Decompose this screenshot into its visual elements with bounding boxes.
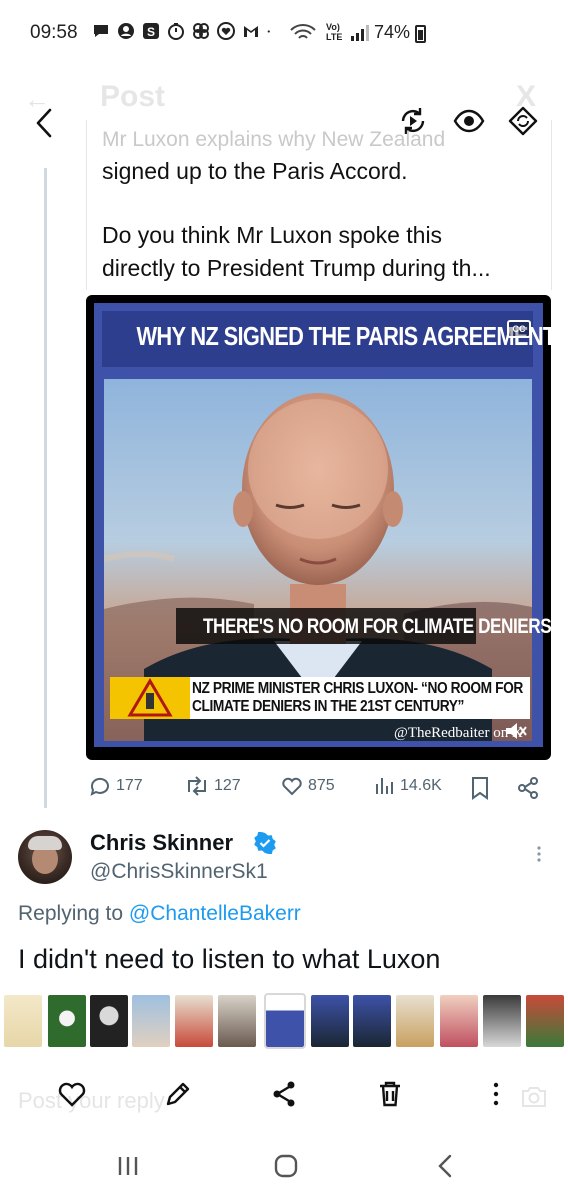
- gmail-icon: [244, 26, 258, 37]
- repost-icon: [188, 776, 206, 796]
- gallery-thumbnail[interactable]: [483, 995, 521, 1047]
- gallery-thumbnail[interactable]: [175, 995, 213, 1047]
- gallery-thumbnail[interactable]: [526, 995, 564, 1047]
- closed-captions-button[interactable]: CC: [507, 320, 531, 338]
- replying-to-line: Replying to @ChantelleBakerr: [18, 902, 301, 926]
- recent-apps-icon[interactable]: [114, 1152, 142, 1180]
- battery-icon: [415, 25, 426, 43]
- gallery-thumbnail[interactable]: [264, 993, 306, 1049]
- heart-reaction-icon[interactable]: [56, 1078, 88, 1110]
- video-player[interactable]: WHY NZ SIGNED THE PARIS AGREEMENT CC THE…: [86, 295, 551, 760]
- verified-badge-icon: [254, 832, 276, 854]
- quoted-post-line-3: directly to President Trump during th...: [102, 255, 491, 281]
- avatar[interactable]: [18, 830, 72, 884]
- mute-icon[interactable]: [504, 720, 528, 742]
- warning-triangle-icon: [127, 678, 173, 717]
- gallery-thumbnail[interactable]: [353, 995, 391, 1047]
- gallery-thumbnail[interactable]: [90, 995, 128, 1047]
- video-title: WHY NZ SIGNED THE PARIS AGREEMENT: [136, 321, 551, 351]
- quoted-post-partial-line: Mr Luxon explains why New Zealand: [102, 128, 446, 151]
- s-app-icon: S: [143, 23, 159, 39]
- video-caption: THERE'S NO ROOM FOR CLIMATE DENIERS: [203, 615, 551, 638]
- lower-third-text: NZ PRIME MINISTER CHRIS LUXON- “NO ROOM …: [192, 680, 523, 716]
- gallery-thumbnail[interactable]: [440, 995, 478, 1047]
- quoted-post-line-1: signed up to the Paris Accord.: [102, 158, 408, 184]
- volte-icon: Vo) LTE: [326, 22, 343, 42]
- reply-author-name[interactable]: Chris Skinner: [90, 830, 233, 856]
- delete-trash-icon[interactable]: [374, 1078, 406, 1110]
- share-icon[interactable]: [516, 776, 540, 800]
- gallery-thumbnail[interactable]: [4, 995, 42, 1047]
- dot-icon: [267, 30, 270, 33]
- replying-to-label: Replying to: [18, 902, 124, 925]
- notification-icons: S: [92, 22, 275, 40]
- more-vertical-icon[interactable]: [480, 1078, 512, 1110]
- back-button[interactable]: [28, 106, 62, 140]
- gallery-thumbnail[interactable]: [396, 995, 434, 1047]
- share-sheet-icon[interactable]: [268, 1078, 300, 1110]
- page-title: Post: [100, 80, 166, 113]
- quoted-post-line-2: Do you think Mr Luxon spoke this: [102, 222, 443, 248]
- heart-app-icon: [217, 22, 235, 40]
- message-icon: [94, 25, 108, 37]
- status-bar: 09:58 S Vo) LTE 74%: [0, 0, 568, 68]
- reply-text: I didn't need to listen to what Luxon: [18, 944, 441, 974]
- home-icon[interactable]: [272, 1152, 300, 1180]
- gallery-thumbnail[interactable]: [48, 995, 86, 1047]
- views-count: 14.6K: [400, 777, 442, 794]
- wifi-icon: [290, 24, 316, 39]
- post-action-bar: 177 127 875 14.6K: [88, 774, 558, 804]
- account-icon: [118, 23, 134, 39]
- signal-icon: [351, 25, 369, 41]
- svg-text:S: S: [147, 25, 155, 39]
- thread-connector-line: [44, 168, 47, 808]
- like-count: 875: [308, 777, 335, 794]
- views-action[interactable]: 14.6K: [374, 774, 442, 798]
- gallery-thumbnail[interactable]: [132, 995, 170, 1047]
- timer-icon: [168, 23, 184, 40]
- camera-icon[interactable]: [520, 1084, 548, 1110]
- lower-third-line-1: NZ PRIME MINISTER CHRIS LUXON- “NO ROOM …: [192, 680, 523, 697]
- lower-third-line-2: CLIMATE DENIERS IN THE 21ST CENTURY”: [192, 698, 464, 715]
- repost-count: 127: [214, 777, 241, 794]
- reply-action[interactable]: 177: [88, 774, 143, 798]
- bookmark-icon[interactable]: [470, 776, 490, 800]
- gallery-thumbnail[interactable]: [218, 995, 256, 1047]
- reply-icon: [90, 777, 109, 796]
- replying-to-link[interactable]: @ChantelleBakerr: [129, 902, 301, 925]
- repost-action[interactable]: 127: [184, 774, 241, 798]
- more-options-icon[interactable]: [536, 845, 542, 863]
- pinwheel-icon: [193, 23, 209, 39]
- battery-percent: 74%: [374, 22, 411, 42]
- like-action[interactable]: 875: [280, 774, 335, 798]
- status-time: 09:58: [30, 22, 78, 43]
- lower-third-logo-block: [110, 677, 190, 719]
- views-icon: [376, 778, 393, 794]
- heart-icon: [282, 777, 302, 796]
- reply-author-handle[interactable]: @ChrisSkinnerSk1: [90, 860, 268, 884]
- reply-count: 177: [116, 777, 143, 794]
- gallery-thumbnail[interactable]: [311, 995, 349, 1047]
- reply-composer-placeholder[interactable]: Post your reply: [18, 1088, 165, 1114]
- nav-back-icon[interactable]: [432, 1152, 460, 1180]
- edit-pencil-icon[interactable]: [162, 1078, 194, 1110]
